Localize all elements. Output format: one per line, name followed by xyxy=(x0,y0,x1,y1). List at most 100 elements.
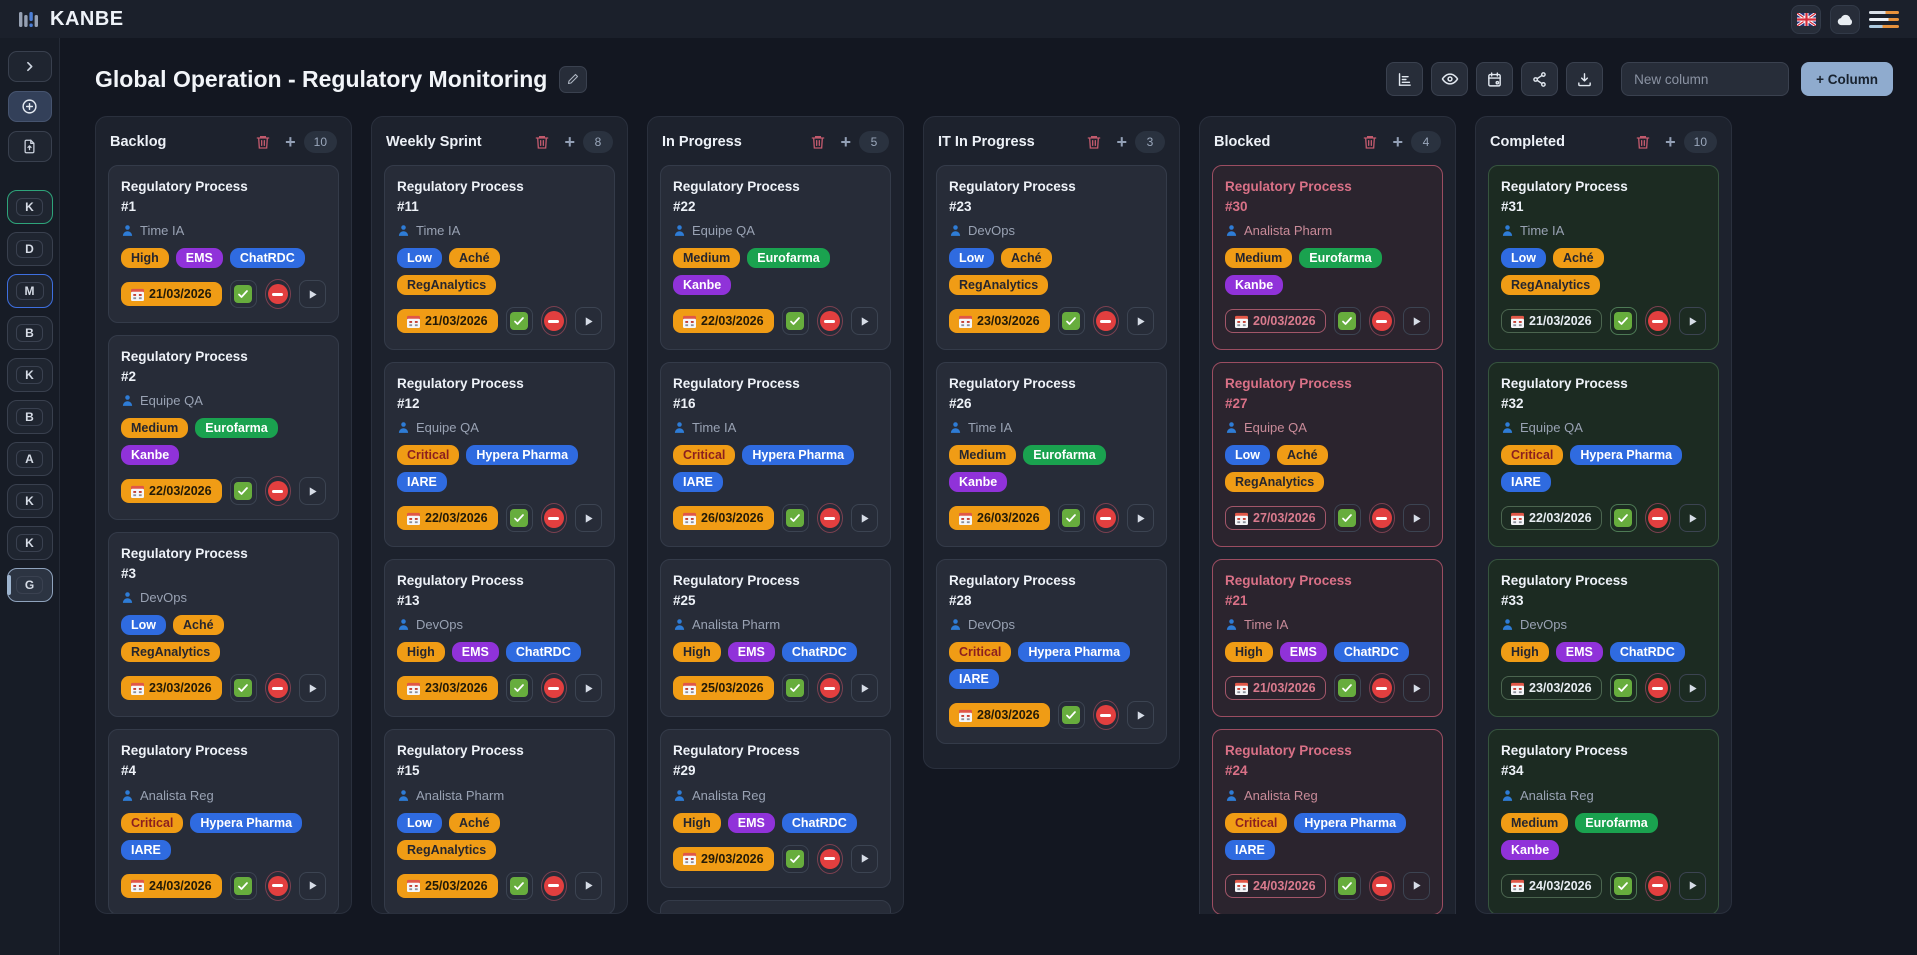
due-date-badge[interactable]: 23/03/2026 xyxy=(121,676,222,701)
block-card-button[interactable] xyxy=(540,503,567,534)
block-card-button[interactable] xyxy=(1368,673,1395,704)
task-card[interactable]: Regulatory Process #12 Equipe QA Critical Hy… xyxy=(384,362,615,548)
add-card-button[interactable]: + xyxy=(564,133,575,151)
start-card-button[interactable] xyxy=(574,871,602,900)
due-date-badge[interactable]: 27/03/2026 xyxy=(1225,506,1326,531)
task-card[interactable]: Regulatory Process #13 DevOps High EMS ChatRD… xyxy=(384,559,615,718)
delete-column-button[interactable] xyxy=(255,134,271,150)
complete-card-button[interactable] xyxy=(505,504,533,533)
due-date-badge[interactable]: 22/03/2026 xyxy=(397,506,498,531)
due-date-badge[interactable]: 24/03/2026 xyxy=(1225,873,1326,898)
watch-button[interactable] xyxy=(1431,62,1469,96)
start-card-button[interactable] xyxy=(850,674,878,703)
sidebar-board-b-5[interactable]: B xyxy=(6,400,53,434)
task-card[interactable]: Regulatory Process #21 Time IA High EMS ChatR… xyxy=(1212,559,1443,718)
sidebar-board-d-1[interactable]: D xyxy=(6,232,53,266)
block-card-button[interactable] xyxy=(540,870,567,901)
due-date-badge[interactable]: 22/03/2026 xyxy=(673,309,774,334)
start-card-button[interactable] xyxy=(574,674,602,703)
due-date-badge[interactable]: 28/03/2026 xyxy=(949,703,1050,728)
due-date-badge[interactable]: 21/03/2026 xyxy=(397,309,498,334)
delete-column-button[interactable] xyxy=(1086,134,1102,150)
complete-card-button[interactable] xyxy=(1333,307,1361,336)
task-card[interactable]: Regulatory Process #22 Equipe QA Medium Euro… xyxy=(660,165,891,351)
task-card[interactable]: Regulatory Process #28 DevOps Critical Hyper… xyxy=(936,559,1167,745)
add-board-button[interactable] xyxy=(7,91,52,122)
complete-card-button[interactable] xyxy=(505,674,533,703)
block-card-button[interactable] xyxy=(1092,306,1119,337)
due-date-badge[interactable]: 21/03/2026 xyxy=(1501,309,1602,334)
start-card-button[interactable] xyxy=(574,504,602,533)
delete-column-button[interactable] xyxy=(534,134,550,150)
sidebar-board-k-8[interactable]: K xyxy=(6,526,53,560)
sidebar-board-m-2[interactable]: M xyxy=(6,274,53,308)
sidebar-expand-button[interactable] xyxy=(7,51,52,82)
complete-card-button[interactable] xyxy=(1333,504,1361,533)
complete-card-button[interactable] xyxy=(781,844,809,873)
block-card-button[interactable] xyxy=(264,476,291,507)
start-card-button[interactable] xyxy=(1402,674,1430,703)
task-card[interactable]: Regulatory Process #31 Time IA Low Aché RegAn… xyxy=(1488,165,1719,351)
block-card-button[interactable] xyxy=(1368,306,1395,337)
block-card-button[interactable] xyxy=(816,503,843,534)
due-date-badge[interactable]: 21/03/2026 xyxy=(121,282,222,307)
add-column-button[interactable]: + Column xyxy=(1801,62,1893,96)
start-card-button[interactable] xyxy=(1678,871,1706,900)
task-card[interactable]: Regulatory Process #23 DevOps Low Aché RegAna… xyxy=(936,165,1167,351)
block-card-button[interactable] xyxy=(1092,700,1119,731)
start-card-button[interactable] xyxy=(1126,504,1154,533)
task-card[interactable]: Regulatory Process #32 Equipe QA Critical Hy… xyxy=(1488,362,1719,548)
due-date-badge[interactable]: 20/03/2026 xyxy=(1225,309,1326,334)
calendar-button[interactable] xyxy=(1476,62,1514,96)
due-date-badge[interactable]: 25/03/2026 xyxy=(397,873,498,898)
task-card[interactable]: Regulatory Process#14Analista RegMediumE… xyxy=(660,899,891,913)
block-card-button[interactable] xyxy=(1644,503,1671,534)
complete-card-button[interactable] xyxy=(1333,674,1361,703)
task-card[interactable]: Regulatory Process #33 DevOps High EMS ChatRD… xyxy=(1488,559,1719,718)
task-card[interactable]: Regulatory Process #16 Time IA Critical Hype… xyxy=(660,362,891,548)
block-card-button[interactable] xyxy=(1644,673,1671,704)
due-date-badge[interactable]: 24/03/2026 xyxy=(121,873,222,898)
start-card-button[interactable] xyxy=(298,280,326,309)
due-date-badge[interactable]: 29/03/2026 xyxy=(673,846,774,871)
due-date-badge[interactable]: 23/03/2026 xyxy=(1501,676,1602,701)
sidebar-board-k-4[interactable]: K xyxy=(6,358,53,392)
add-card-button[interactable]: + xyxy=(1665,133,1676,151)
start-card-button[interactable] xyxy=(574,307,602,336)
complete-card-button[interactable] xyxy=(505,307,533,336)
delete-column-button[interactable] xyxy=(1635,134,1651,150)
complete-card-button[interactable] xyxy=(1057,307,1085,336)
complete-card-button[interactable] xyxy=(229,674,257,703)
task-card[interactable]: Regulatory Process #29 Analista Reg High EMS… xyxy=(660,729,891,888)
delete-column-button[interactable] xyxy=(1362,134,1378,150)
task-card[interactable]: Regulatory Process #15 Analista Pharm Low Ac… xyxy=(384,729,615,913)
import-board-button[interactable] xyxy=(7,131,52,162)
complete-card-button[interactable] xyxy=(1609,871,1637,900)
add-card-button[interactable]: + xyxy=(1116,133,1127,151)
block-card-button[interactable] xyxy=(816,843,843,874)
task-card[interactable]: Regulatory Process #30 Analista Pharm Mediu… xyxy=(1212,165,1443,351)
start-card-button[interactable] xyxy=(850,844,878,873)
cloud-sync-button[interactable] xyxy=(1830,4,1860,34)
sidebar-board-k-0[interactable]: K xyxy=(6,190,53,224)
task-card[interactable]: Regulatory Process #26 Time IA Medium Eurofa… xyxy=(936,362,1167,548)
task-card[interactable]: Regulatory Process #11 Time IA Low Aché RegAn… xyxy=(384,165,615,351)
block-card-button[interactable] xyxy=(540,306,567,337)
sidebar-board-a-6[interactable]: A xyxy=(6,442,53,476)
start-card-button[interactable] xyxy=(1678,504,1706,533)
complete-card-button[interactable] xyxy=(229,280,257,309)
due-date-badge[interactable]: 24/03/2026 xyxy=(1501,873,1602,898)
complete-card-button[interactable] xyxy=(1057,701,1085,730)
sidebar-board-g-9[interactable]: G xyxy=(6,568,53,602)
block-card-button[interactable] xyxy=(816,673,843,704)
start-card-button[interactable] xyxy=(298,871,326,900)
due-date-badge[interactable]: 22/03/2026 xyxy=(121,479,222,504)
share-button[interactable] xyxy=(1521,62,1559,96)
complete-card-button[interactable] xyxy=(229,477,257,506)
due-date-badge[interactable]: 26/03/2026 xyxy=(673,506,774,531)
task-card[interactable]: Regulatory Process #2 Equipe QA Medium Eurof… xyxy=(108,335,339,521)
new-column-input[interactable] xyxy=(1621,62,1790,96)
delete-column-button[interactable] xyxy=(810,134,826,150)
due-date-badge[interactable]: 23/03/2026 xyxy=(397,676,498,701)
due-date-badge[interactable]: 23/03/2026 xyxy=(949,309,1050,334)
